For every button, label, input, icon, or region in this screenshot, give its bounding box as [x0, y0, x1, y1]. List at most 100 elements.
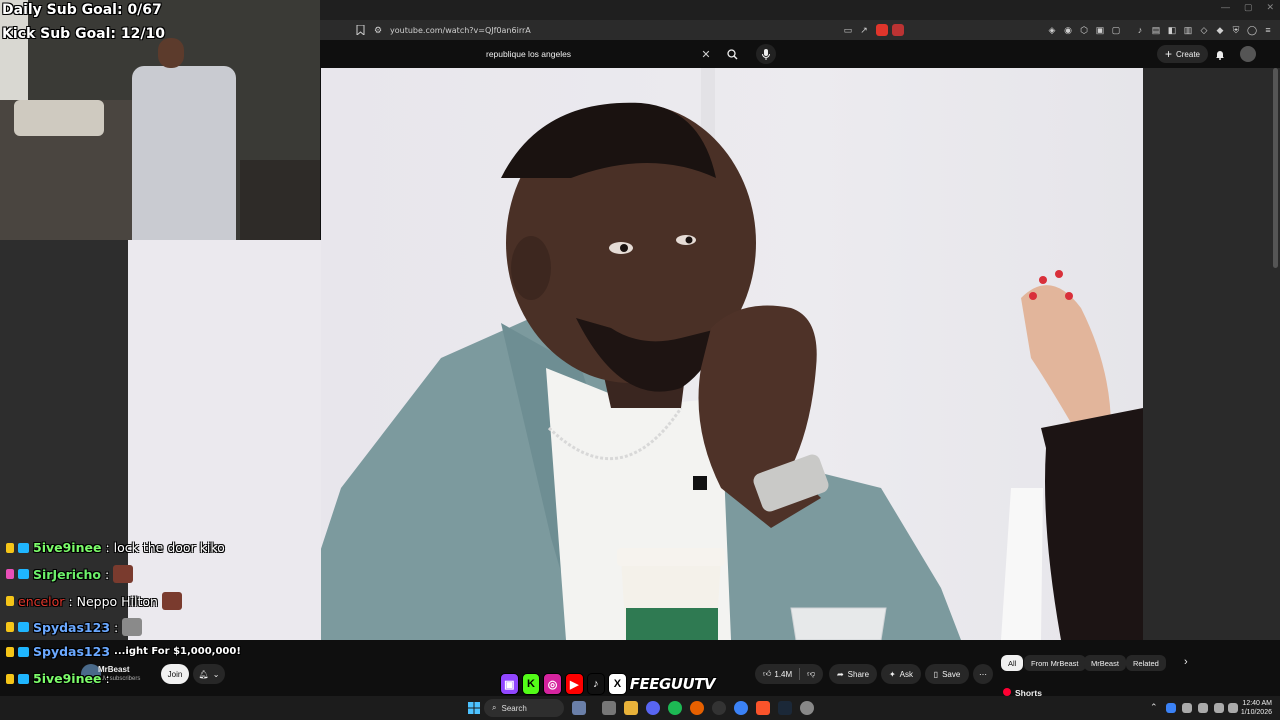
plus-icon: + — [1164, 47, 1172, 61]
taskbar-search[interactable]: ⌕ Search — [484, 699, 564, 717]
maximize-icon[interactable]: ▢ — [1244, 2, 1253, 13]
windows-start-icon[interactable] — [468, 701, 480, 714]
badge-icon — [6, 596, 14, 606]
extension-icon[interactable]: ◉ — [1062, 24, 1074, 36]
chip-related[interactable]: Related — [1126, 655, 1166, 671]
close-window-icon[interactable]: ✕ — [1266, 2, 1274, 13]
vpn-icon[interactable]: ⛨ — [1230, 24, 1242, 36]
brave-shield-icon[interactable] — [876, 24, 888, 36]
discord-icon[interactable] — [646, 701, 660, 715]
badge-icon — [18, 622, 29, 632]
task-view-icon[interactable] — [602, 701, 616, 715]
shorts-icon — [1003, 688, 1011, 696]
create-button[interactable]: + Create — [1156, 45, 1208, 63]
firefox-icon[interactable] — [690, 701, 704, 715]
bell-icon: 🔔︎ — [198, 669, 209, 679]
chip-mrbeast[interactable]: MrBeast — [1084, 655, 1126, 671]
extension-icon[interactable]: ▢ — [1110, 24, 1122, 36]
share-label: Share — [847, 669, 870, 679]
save-label: Save — [942, 669, 961, 679]
site-info-icon[interactable]: ⚙ — [372, 24, 384, 36]
chat-username: Spydas123 — [33, 644, 111, 659]
chip-all[interactable]: All — [1001, 655, 1024, 671]
rewards-icon[interactable] — [892, 24, 904, 36]
chat-text: : Neppo Hilton — [68, 593, 158, 609]
share-button[interactable]: ➦ Share — [829, 664, 877, 684]
search-bar[interactable]: republique los angeles ✕ — [480, 44, 776, 64]
streamer — [158, 38, 184, 68]
tray-icon[interactable] — [1182, 703, 1192, 713]
spotify-icon[interactable] — [668, 701, 682, 715]
pillow — [14, 100, 104, 136]
browser-tab-strip: — ▢ ✕ — [320, 0, 1280, 20]
tray-icon[interactable] — [1166, 703, 1176, 713]
more-actions-button[interactable]: ⋯ — [973, 664, 993, 684]
address-bar: ⚙ youtube.com/watch?v=QJf0an6irrA ▭ ↗ ◈ … — [320, 20, 1280, 40]
join-label: Join — [167, 669, 183, 679]
network-icon[interactable] — [1214, 703, 1224, 713]
file-explorer-icon[interactable] — [624, 701, 638, 715]
window-controls: — ▢ ✕ — [1221, 2, 1274, 13]
video-player[interactable] — [321, 68, 1143, 640]
search-input[interactable]: republique los angeles — [486, 49, 700, 59]
tray-icon[interactable] — [1198, 703, 1208, 713]
tray-chevron-icon[interactable]: ⌃ — [1150, 702, 1158, 713]
clock-time: 12:40 AM — [1242, 700, 1272, 707]
chip-from-mrbeast[interactable]: From MrBeast — [1024, 655, 1086, 671]
chat-message: SirJericho : — [6, 565, 134, 583]
badge-icon — [6, 622, 14, 632]
chat-message: Spydas123 ...ight For $1,000,000! — [6, 644, 241, 659]
profile-icon[interactable]: ◯ — [1246, 24, 1258, 36]
extension-icon[interactable]: ◇ — [1198, 24, 1210, 36]
extension-icon[interactable]: ▥ — [1182, 24, 1194, 36]
chat-username: Spydas123 — [33, 619, 111, 635]
extension-icon[interactable]: ⬡ — [1078, 24, 1090, 36]
chat-text: : lock the door kiko — [105, 540, 225, 555]
clear-search-icon[interactable]: ✕ — [700, 48, 712, 61]
brand-logo: FEEGUUTV — [629, 675, 716, 693]
volume-icon[interactable] — [1228, 703, 1238, 713]
dislike-button[interactable]: 👎︎ — [807, 669, 815, 679]
badge-icon — [18, 569, 29, 579]
music-icon[interactable]: ♪ — [1134, 24, 1146, 36]
instagram-icon: ◎ — [543, 673, 562, 695]
voice-search-icon[interactable] — [756, 44, 776, 64]
chevron-right-icon[interactable]: › — [1184, 656, 1188, 668]
badge-icon — [6, 673, 14, 684]
like-button[interactable]: 👍︎ 1.4M — [763, 669, 792, 679]
join-button[interactable]: Join — [161, 664, 189, 684]
extension-icon[interactable]: ◈ — [1046, 24, 1058, 36]
thumbs-down-icon: 👎︎ — [807, 669, 816, 678]
menu-icon[interactable]: ≡ — [1262, 24, 1274, 36]
tiktok-icon: ♪ — [586, 673, 606, 695]
extension-icon[interactable]: ◆ — [1214, 24, 1226, 36]
extensions-bar: ◈ ◉ ⬡ ▣ ▢ ♪ ▤ ◧ ▥ ◇ ◆ ⛨ ◯ ≡ — [1046, 24, 1274, 36]
minimize-icon[interactable]: — — [1221, 2, 1230, 13]
url-text[interactable]: youtube.com/watch?v=QJf0an6irrA — [390, 26, 531, 35]
app-icon[interactable] — [734, 701, 748, 715]
sidebar-icon[interactable]: ◧ — [1166, 24, 1178, 36]
ask-button[interactable]: ✦ Ask — [881, 664, 921, 684]
notifications-icon[interactable] — [1214, 48, 1226, 60]
avatar[interactable] — [1240, 46, 1256, 62]
scrollbar[interactable] — [1273, 68, 1278, 268]
youtube-header: republique los angeles ✕ + Create — [320, 40, 1280, 68]
steam-icon[interactable] — [778, 701, 792, 715]
page-action-icon[interactable]: ▭ — [842, 24, 854, 36]
extension-icon[interactable]: ▤ — [1150, 24, 1162, 36]
save-button[interactable]: ▯ Save — [925, 664, 969, 684]
obs-icon[interactable] — [712, 701, 726, 715]
bookmark-icon[interactable] — [354, 24, 366, 36]
system-clock[interactable]: 12:40 AM 1/10/2026 — [1241, 699, 1272, 717]
widgets-icon[interactable] — [572, 701, 586, 715]
brave-icon[interactable] — [756, 701, 770, 715]
chat-message: Spydas123 : — [6, 618, 143, 636]
search-icon[interactable] — [726, 48, 738, 60]
extension-icon[interactable]: ▣ — [1094, 24, 1106, 36]
share-page-icon[interactable]: ↗ — [858, 24, 870, 36]
notification-bell-button[interactable]: 🔔︎ ⌄ — [193, 664, 225, 684]
settings-icon[interactable] — [800, 701, 814, 715]
kick-icon: K — [521, 673, 541, 695]
sparkle-icon: ✦ — [888, 669, 896, 679]
chat-username: encelor — [18, 593, 65, 609]
